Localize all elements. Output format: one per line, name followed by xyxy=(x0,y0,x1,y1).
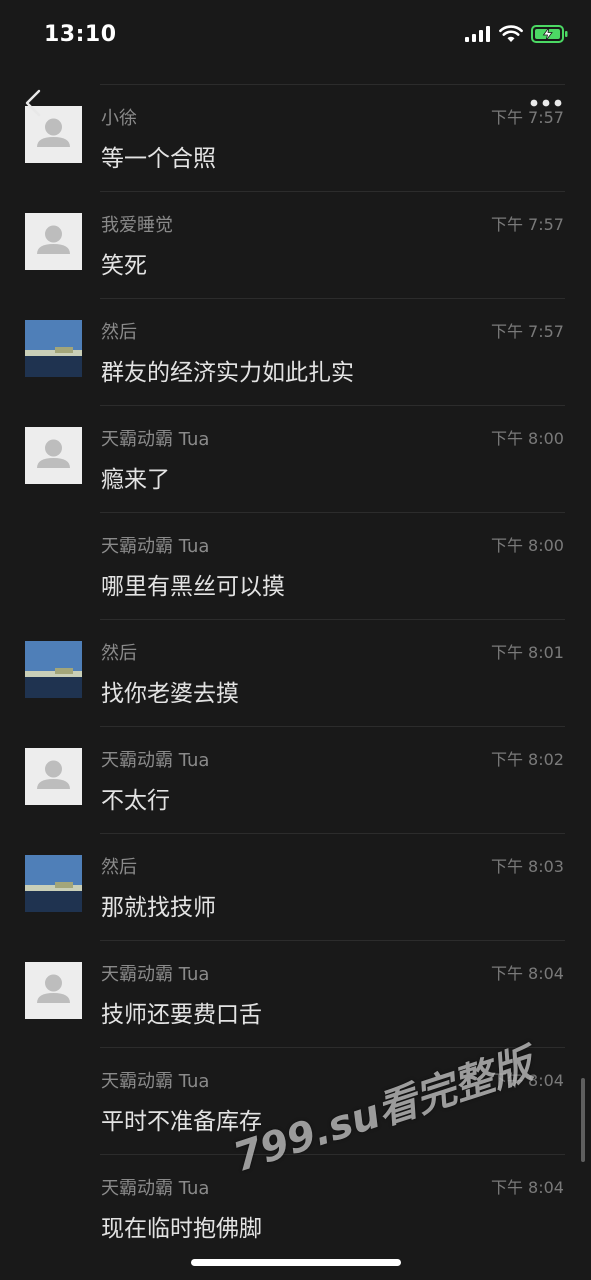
sender-name: 天霸动霸 Tua xyxy=(101,1178,210,1199)
sender-name: 天霸动霸 Tua xyxy=(101,429,210,450)
message-content: 技师还要费口舌 xyxy=(101,1002,262,1028)
message-row[interactable]: 天霸动霸 Tua 下午 8:04 技师还要费口舌 xyxy=(0,940,591,1047)
message-time: 下午 7:57 xyxy=(490,215,564,234)
default-avatar-icon xyxy=(37,439,70,468)
home-indicator[interactable] xyxy=(191,1259,401,1266)
message-time: 下午 8:04 xyxy=(490,964,564,983)
sender-name: 小徐 xyxy=(101,108,137,129)
message-time: 下午 8:04 xyxy=(490,1178,564,1197)
message-row[interactable]: 然后 下午 7:57 群友的经济实力如此扎实 xyxy=(0,298,591,405)
scroll-indicator[interactable] xyxy=(581,1078,585,1162)
message-row[interactable]: 天霸动霸 Tua 下午 8:00 哪里有黑丝可以摸 xyxy=(0,512,591,619)
message-time: 下午 8:00 xyxy=(490,429,564,448)
avatar[interactable] xyxy=(25,213,82,270)
sender-name: 然后 xyxy=(101,643,137,664)
sender-name: 天霸动霸 Tua xyxy=(101,750,210,771)
message-content: 现在临时抱佛脚 xyxy=(101,1216,262,1242)
message-content: 找你老婆去摸 xyxy=(101,681,239,707)
sender-name: 然后 xyxy=(101,857,137,878)
message-content: 等一个合照 xyxy=(101,146,216,172)
sender-name: 然后 xyxy=(101,322,137,343)
message-content: 瘾来了 xyxy=(101,467,170,493)
sender-name: 天霸动霸 Tua xyxy=(101,964,210,985)
message-row[interactable]: 我爱睡觉 下午 7:57 笑死 xyxy=(0,191,591,298)
more-dots-icon[interactable] xyxy=(529,96,563,110)
default-avatar-icon xyxy=(37,225,70,254)
message-row[interactable]: 小徐 下午 7:57 等一个合照 xyxy=(0,84,591,191)
sender-name: 我爱睡觉 xyxy=(101,215,173,236)
message-content: 笑死 xyxy=(101,253,147,279)
avatar[interactable] xyxy=(25,641,82,698)
message-row[interactable]: 天霸动霸 Tua 下午 8:00 瘾来了 xyxy=(0,405,591,512)
avatar[interactable] xyxy=(25,962,82,1019)
message-time: 下午 7:57 xyxy=(490,322,564,341)
message-content: 那就找技师 xyxy=(101,895,216,921)
sender-name: 天霸动霸 Tua xyxy=(101,1071,210,1092)
message-content: 哪里有黑丝可以摸 xyxy=(101,574,285,600)
message-row[interactable]: 然后 下午 8:03 那就找技师 xyxy=(0,833,591,940)
default-avatar-icon xyxy=(37,974,70,1003)
avatar[interactable] xyxy=(25,427,82,484)
avatar[interactable] xyxy=(25,855,82,912)
landscape-avatar-image xyxy=(25,855,82,912)
sender-name: 天霸动霸 Tua xyxy=(101,536,210,557)
default-avatar-icon xyxy=(37,760,70,789)
status-icons xyxy=(465,24,569,44)
chevron-left-icon[interactable] xyxy=(20,88,48,118)
status-time: 13:10 xyxy=(44,22,117,47)
wifi-icon xyxy=(499,25,523,42)
battery-charging-icon xyxy=(531,25,568,43)
landscape-avatar-image xyxy=(25,320,82,377)
landscape-avatar-image xyxy=(25,641,82,698)
message-time: 下午 8:00 xyxy=(490,536,564,555)
message-row[interactable]: 天霸动霸 Tua 下午 8:04 现在临时抱佛脚 xyxy=(0,1154,591,1261)
avatar[interactable] xyxy=(25,320,82,377)
message-row[interactable]: 然后 下午 8:01 找你老婆去摸 xyxy=(0,619,591,726)
message-time: 下午 8:02 xyxy=(490,750,564,769)
message-content: 不太行 xyxy=(101,788,170,814)
message-time: 下午 8:03 xyxy=(490,857,564,876)
status-bar: 13:10 xyxy=(0,0,591,72)
message-content: 群友的经济实力如此扎实 xyxy=(101,360,354,386)
avatar[interactable] xyxy=(25,748,82,805)
message-row[interactable]: 天霸动霸 Tua 下午 8:02 不太行 xyxy=(0,726,591,833)
cellular-signal-icon xyxy=(465,26,490,42)
chat-history-screen: 13:10 小徐 下午 7:57 等一个合照 我爱睡觉 下午 7:57 笑死 然… xyxy=(0,0,591,1280)
message-time: 下午 8:01 xyxy=(490,643,564,662)
